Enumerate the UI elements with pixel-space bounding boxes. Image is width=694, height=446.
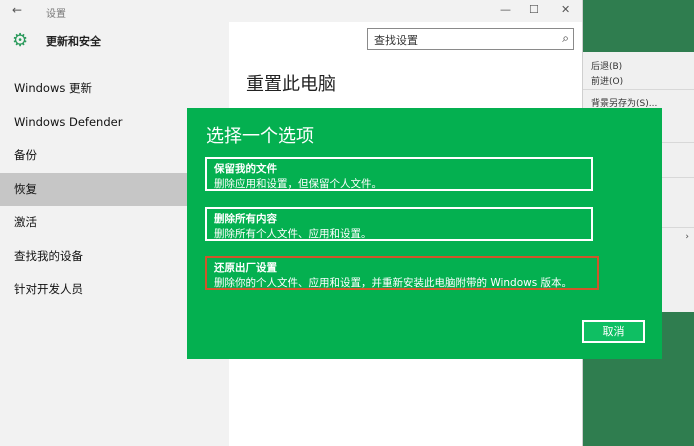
window-title: 设置 bbox=[46, 9, 66, 20]
search-input[interactable]: 查找设置 ⌕ bbox=[367, 28, 574, 50]
context-item-forward[interactable]: 前进(O) bbox=[591, 74, 623, 87]
submenu-chevron-icon: › bbox=[685, 232, 689, 242]
minimize-icon[interactable]: — bbox=[500, 3, 511, 16]
option-description: 删除你的个人文件、应用和设置，并重新安装此电脑附带的 Windows 版本。 bbox=[214, 277, 573, 289]
option-title: 保留我的文件 bbox=[214, 163, 277, 175]
maximize-icon[interactable]: ☐ bbox=[529, 3, 539, 16]
option-title: 还原出厂设置 bbox=[214, 262, 277, 274]
search-icon[interactable]: ⌕ bbox=[562, 31, 569, 46]
context-item-back[interactable]: 后退(B) bbox=[591, 59, 622, 72]
page-title: 重置此电脑 bbox=[246, 74, 336, 95]
close-icon[interactable]: ✕ bbox=[561, 3, 570, 16]
context-separator bbox=[567, 89, 694, 90]
option-title: 删除所有内容 bbox=[214, 213, 277, 225]
title-bar: ← 设置 — ☐ ✕ bbox=[0, 0, 582, 22]
dialog-title: 选择一个选项 bbox=[206, 126, 314, 147]
option-description: 删除所有个人文件、应用和设置。 bbox=[214, 228, 372, 240]
sidebar-item-windows-update[interactable]: Windows 更新 bbox=[0, 72, 229, 106]
gear-icon: ⚙ bbox=[12, 30, 29, 51]
reset-options-dialog: 选择一个选项 保留我的文件 删除应用和设置，但保留个人文件。 删除所有内容 删除… bbox=[187, 108, 662, 359]
option-keep-my-files[interactable]: 保留我的文件 删除应用和设置，但保留个人文件。 bbox=[205, 157, 593, 191]
option-remove-everything[interactable]: 删除所有内容 删除所有个人文件、应用和设置。 bbox=[205, 207, 593, 241]
option-description: 删除应用和设置，但保留个人文件。 bbox=[214, 178, 382, 190]
search-placeholder: 查找设置 bbox=[374, 34, 418, 47]
sidebar-header-label: 更新和安全 bbox=[46, 35, 101, 48]
back-arrow-icon[interactable]: ← bbox=[12, 3, 22, 17]
cancel-button[interactable]: 取消 bbox=[582, 320, 645, 343]
sidebar-header: ⚙ 更新和安全 bbox=[12, 30, 227, 52]
option-restore-factory-settings[interactable]: 还原出厂设置 删除你的个人文件、应用和设置，并重新安装此电脑附带的 Window… bbox=[205, 256, 599, 290]
